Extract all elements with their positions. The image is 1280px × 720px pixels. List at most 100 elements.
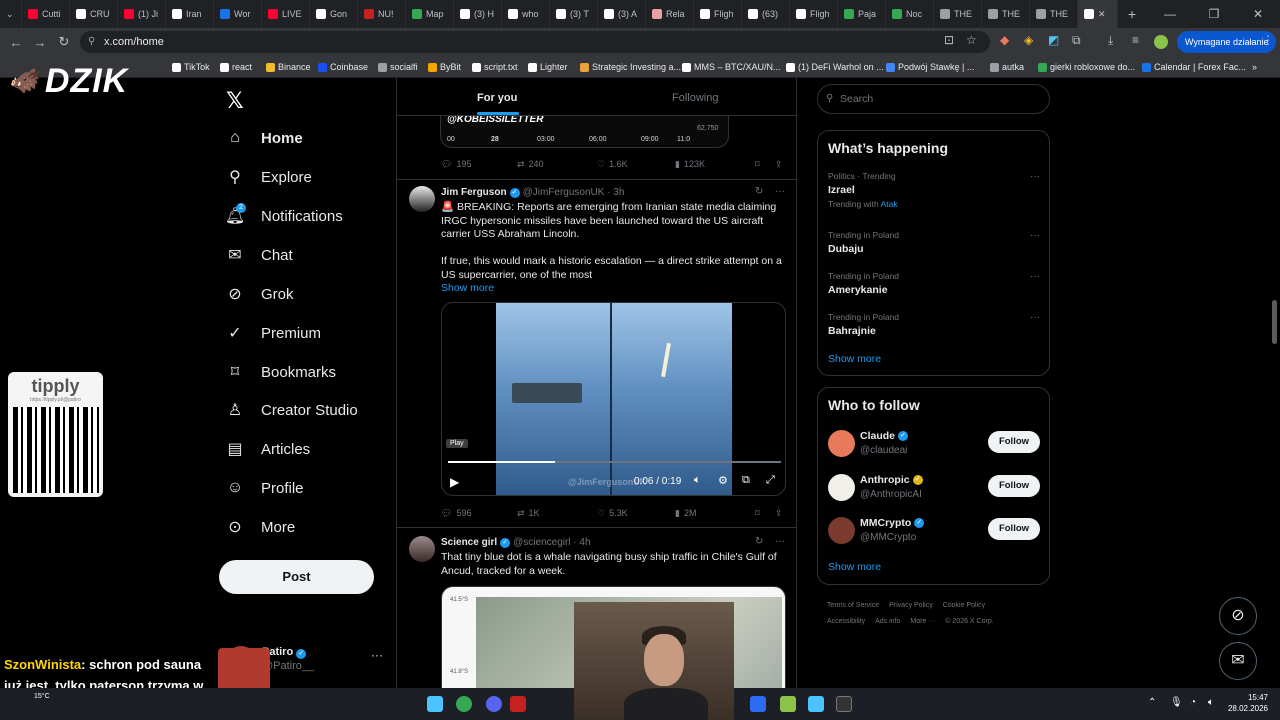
reload-icon[interactable]: ↻ — [52, 34, 76, 50]
download-icon[interactable]: ⤓ — [1108, 33, 1113, 48]
bookmark-item[interactable]: script.txt — [472, 56, 518, 78]
nav-item-notifications[interactable]: 🔔︎ 2 Notifications — [225, 203, 343, 226]
settings-gear-icon[interactable]: ⚙ — [718, 474, 728, 487]
browser-tab[interactable]: (3) T — [550, 0, 598, 28]
browser-tab[interactable]: Fligh — [790, 0, 838, 28]
browser-tab[interactable]: Noc — [886, 0, 934, 28]
video-seekbar[interactable] — [448, 461, 781, 463]
trending-with-link[interactable]: Atak — [881, 199, 898, 209]
browser-tab[interactable]: THE — [982, 0, 1030, 28]
trend-more-icon[interactable]: ··· — [1030, 171, 1040, 182]
reading-list-icon[interactable]: ≡ — [1132, 33, 1139, 47]
repost-button[interactable]: ⇄ 1K — [517, 506, 597, 520]
browser-tab[interactable]: (63) — [742, 0, 790, 28]
pip-icon[interactable]: ⧉ — [742, 474, 750, 487]
follow-button[interactable]: Follow — [988, 475, 1040, 497]
extensions-puzzle-icon[interactable]: ⧉ — [1072, 33, 1081, 48]
maximize-icon[interactable]: ❐ — [1192, 0, 1236, 28]
bookmark-item[interactable]: Binance — [266, 56, 311, 78]
trend-more-icon[interactable]: ··· — [1030, 230, 1040, 241]
new-tab-button[interactable]: + — [1118, 6, 1146, 22]
bookmark-item[interactable]: react — [220, 56, 252, 78]
tweet-more-icon[interactable]: ··· — [775, 186, 785, 197]
browser-menu-icon[interactable]: ⋮ — [1262, 33, 1274, 47]
fullscreen-icon[interactable]: ⤢ — [766, 474, 775, 487]
follow-button[interactable]: Follow — [988, 431, 1040, 453]
scrollbar[interactable] — [1272, 300, 1277, 344]
trend-item[interactable]: Trending in Poland Dubaju ··· — [828, 230, 1040, 255]
chart-card-preview[interactable]: @KOBEISSILETTER 00 28 03:00 06:00 09:00 11:0 … — [440, 114, 729, 148]
tray-chevron-icon[interactable]: ⌃ — [1148, 697, 1156, 708]
share-button[interactable]: ⇪ — [775, 157, 783, 171]
browser-tab[interactable]: (3) A — [598, 0, 646, 28]
follow-button[interactable]: Follow — [988, 518, 1040, 540]
bookmark-star-icon[interactable]: ☆ — [966, 33, 977, 47]
author-handle[interactable]: @JimFergusonUK · 3h — [523, 187, 625, 198]
follow-suggestion[interactable]: Claude ✓ @claudeai Follow — [828, 428, 1040, 462]
more-dots-icon[interactable]: ··· — [371, 648, 383, 662]
reply-button[interactable]: 💬︎ 195 — [441, 157, 517, 171]
browser-tab[interactable]: Map — [406, 0, 454, 28]
author-name[interactable]: Jim Ferguson — [441, 187, 507, 198]
views-button[interactable]: ▮ 2M — [675, 506, 755, 520]
extension-fox-icon[interactable]: ◆ — [1000, 33, 1009, 47]
repost-button[interactable]: ⇄ 240 — [517, 157, 597, 171]
notepad-icon[interactable] — [808, 696, 824, 712]
profile-avatar-icon[interactable] — [1154, 35, 1168, 49]
extension-binance-icon[interactable]: ◈ — [1024, 33, 1033, 47]
author-name[interactable]: Science girl — [441, 537, 497, 548]
bookmark-item[interactable]: autka — [990, 56, 1024, 78]
nav-item-home[interactable]: ⌂ Home — [225, 128, 303, 148]
tab-close-icon[interactable]: ✕ — [1098, 9, 1106, 20]
terminal-icon[interactable] — [836, 696, 852, 712]
bookmark-button[interactable]: ⌑ — [755, 506, 775, 520]
x-logo-icon[interactable]: 𝕏 — [226, 88, 244, 114]
follow-suggestion[interactable]: Anthropic ✓ @AnthropicAI Follow — [828, 472, 1040, 506]
nav-item-grok[interactable]: ⊘ Grok — [225, 284, 293, 304]
video-player[interactable]: Play @JimFergusonUK ▶ 0:06 / 0:19 🔈︎ ⚙ ⧉… — [441, 302, 786, 496]
trend-more-icon[interactable]: ··· — [1030, 312, 1040, 323]
browser-tab[interactable]: THE — [934, 0, 982, 28]
bookmark-item[interactable]: ByBit — [428, 56, 461, 78]
grok-explain-icon[interactable]: ↻ — [755, 186, 763, 197]
forward-icon[interactable]: → — [28, 35, 52, 50]
browser-tab[interactable]: Gon — [310, 0, 358, 28]
site-info-icon[interactable]: ⚲ — [88, 31, 95, 53]
views-button[interactable]: ▮ 123K — [675, 157, 755, 171]
browser-tab[interactable]: NU! — [358, 0, 406, 28]
bookmark-item[interactable]: Coinbase — [318, 56, 368, 78]
share-button[interactable]: ⇪ — [775, 506, 783, 520]
app-icon[interactable] — [510, 696, 526, 712]
install-app-icon[interactable]: ⊡ — [944, 33, 954, 47]
footer-link[interactable]: Ads info — [875, 618, 900, 625]
post-button[interactable]: Post — [219, 560, 374, 594]
grok-explain-icon[interactable]: ↻ — [755, 536, 763, 547]
app-icon[interactable] — [780, 696, 796, 712]
browser-tab[interactable]: (3) H — [454, 0, 502, 28]
tab-list-button[interactable]: ⌄ — [0, 0, 22, 28]
play-icon[interactable]: ▶ — [450, 475, 459, 489]
nav-item-explore[interactable]: ⚲ Explore — [225, 167, 312, 187]
start-icon[interactable] — [427, 696, 443, 712]
x-app-icon[interactable] — [750, 696, 766, 712]
trend-item[interactable]: Trending in Poland Bahrajnie ··· — [828, 312, 1040, 337]
bookmark-item[interactable]: Podwój Stawkę | ... — [886, 56, 974, 78]
bookmark-item[interactable]: Strategic Investing a... — [580, 56, 681, 78]
bookmark-item[interactable]: socialfi — [378, 56, 418, 78]
speaker-icon[interactable]: 🔈︎ — [1208, 697, 1214, 708]
bookmarks-overflow-icon[interactable]: » — [1252, 56, 1257, 78]
back-icon[interactable]: ← — [4, 35, 28, 50]
nav-item-creator-studio[interactable]: ♙ Creator Studio — [225, 400, 358, 420]
tab-active-x[interactable]: ✕ — [1078, 0, 1118, 28]
browser-tab[interactable]: CRU — [70, 0, 118, 28]
browser-tab[interactable]: LIVE — [262, 0, 310, 28]
browser-tab[interactable]: Paja — [838, 0, 886, 28]
browser-tab[interactable]: Rela — [646, 0, 694, 28]
tab-following[interactable]: Following — [672, 92, 718, 104]
browser-tab[interactable]: who — [502, 0, 550, 28]
microphone-icon[interactable]: 🎙︎ — [1170, 697, 1183, 708]
browser-tab[interactable]: Wor — [214, 0, 262, 28]
browser-tab[interactable]: Fligh — [694, 0, 742, 28]
footer-link[interactable]: More ··· — [910, 618, 935, 625]
like-button[interactable]: ♡ 5.3K — [597, 506, 675, 520]
